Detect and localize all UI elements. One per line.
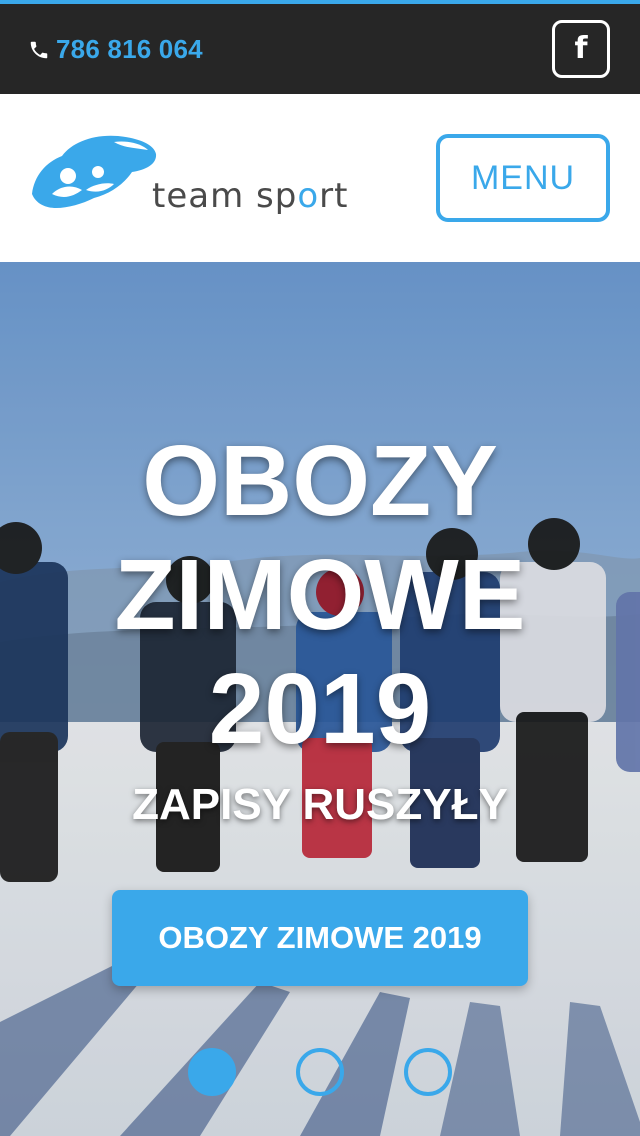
hero-title-line: OBOZY bbox=[142, 425, 498, 537]
logo-wordmark: team sport bbox=[152, 176, 349, 216]
hero-title-line: ZIMOWE bbox=[114, 539, 526, 651]
hero-subtitle: ZAPISY RUSZYŁY bbox=[132, 780, 508, 829]
hero-slider: OBOZY ZIMOWE 2019 ZAPISY RUSZYŁY OBOZY Z… bbox=[0, 262, 640, 1136]
menu-button[interactable]: MENU bbox=[436, 134, 610, 222]
top-bar: 786 816 064 f bbox=[0, 4, 640, 94]
facebook-button[interactable]: f bbox=[552, 20, 610, 78]
site-header: team sport MENU bbox=[0, 94, 640, 262]
hero-title-line: 2019 bbox=[208, 653, 432, 765]
facebook-icon: f bbox=[574, 31, 588, 66]
hero-title: OBOZY ZIMOWE 2019 bbox=[0, 424, 640, 766]
logo-mark-icon bbox=[32, 135, 157, 208]
slide-dot-3[interactable] bbox=[404, 1048, 452, 1096]
team-sport-logo[interactable]: team sport bbox=[28, 132, 388, 216]
phone-link[interactable]: 786 816 064 bbox=[28, 34, 203, 65]
slide-dot-2[interactable] bbox=[296, 1048, 344, 1096]
slide-dot-1[interactable] bbox=[188, 1048, 236, 1096]
cta-button[interactable]: OBOZY ZIMOWE 2019 bbox=[112, 890, 528, 986]
phone-icon bbox=[30, 41, 48, 58]
phone-number: 786 816 064 bbox=[56, 34, 203, 64]
slider-pagination bbox=[0, 1048, 640, 1098]
